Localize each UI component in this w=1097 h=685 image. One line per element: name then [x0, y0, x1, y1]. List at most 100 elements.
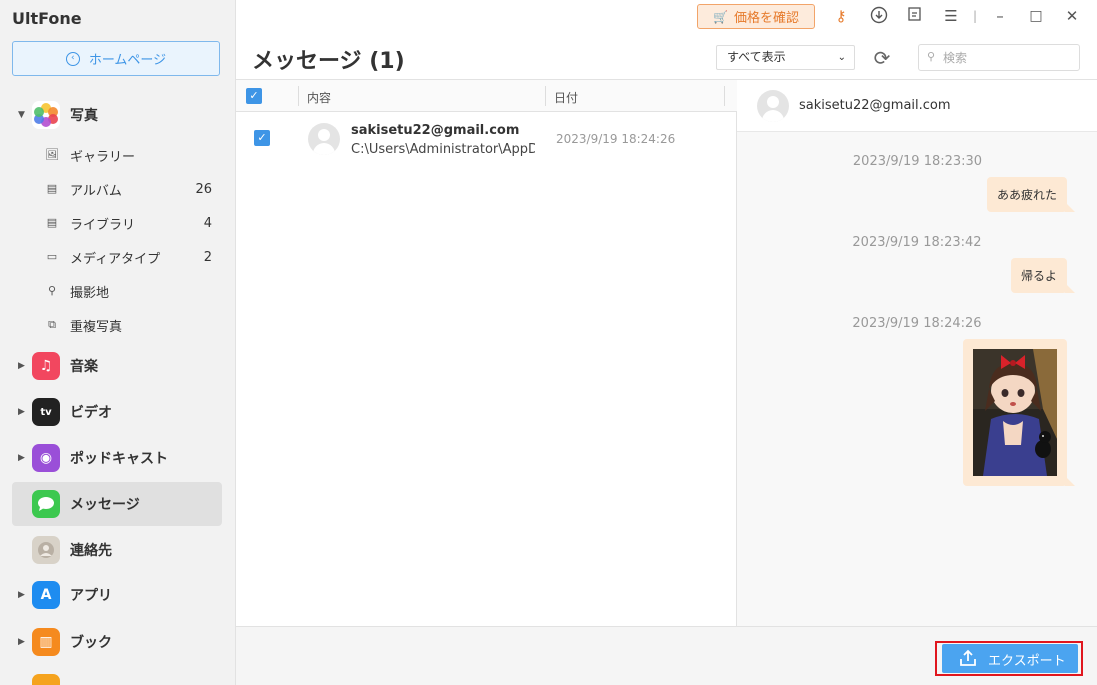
sidebar-subitem-album[interactable]: ▤ アルバム 26: [0, 174, 235, 204]
sidebar-subitem-label: 重複写真: [70, 319, 123, 335]
chat-header: sakisetu22@gmail.com: [737, 80, 1097, 132]
sidebar-subitem-label: アルバム: [70, 183, 122, 199]
column-divider: [545, 86, 546, 106]
books-icon: ▥: [32, 628, 60, 656]
download-icon[interactable]: [869, 6, 889, 26]
sidebar-item-next-partial[interactable]: [0, 668, 235, 685]
expand-right-icon: ▶: [18, 407, 25, 417]
sidebar-subitem-library[interactable]: ▤ ライブラリ 4: [0, 208, 235, 238]
sidebar-item-contacts[interactable]: 連絡先: [0, 530, 235, 570]
sidebar-item-music[interactable]: ▶ ♫ 音楽: [0, 346, 235, 386]
message-timestamp: 2023/9/19 18:24:26: [852, 316, 982, 331]
page-title: メッセージ (1): [252, 49, 405, 74]
search-box[interactable]: ⚲: [918, 44, 1080, 71]
expand-down-icon: ▼: [18, 110, 25, 120]
messages-icon: [32, 490, 60, 518]
chevron-down-icon: ⌄: [837, 52, 846, 63]
key-icon[interactable]: ⚷: [831, 6, 851, 26]
image-message-bubble[interactable]: [963, 339, 1075, 486]
export-button-label: エクスポート: [988, 654, 1066, 669]
minimize-icon[interactable]: –: [990, 6, 1010, 26]
check-price-button[interactable]: 🛒 価格を確認: [697, 4, 815, 29]
list-item[interactable]: ✓ sakisetu22@gmail.com C:\Users\Administ…: [236, 112, 737, 166]
maximize-icon[interactable]: □: [1026, 6, 1046, 26]
video-camera-icon: ▭: [46, 250, 58, 263]
sidebar-subitem-label: ギャラリー: [70, 149, 136, 165]
filter-value: すべて表示: [727, 50, 786, 64]
expand-right-icon: ▶: [18, 361, 25, 371]
podcast-icon: ◉: [32, 444, 60, 472]
sidebar-item-label: ビデオ: [70, 405, 112, 421]
column-divider: [298, 86, 299, 106]
music-icon: ♫: [32, 352, 60, 380]
sidebar-item-photos[interactable]: ▼ 写真: [0, 95, 235, 135]
apple-tv-icon: tv: [32, 398, 60, 426]
column-header-date: 日付: [554, 91, 579, 105]
chat-panel: sakisetu22@gmail.com 2023/9/19 18:23:30 …: [737, 79, 1097, 627]
item-count: 2: [203, 249, 212, 265]
contacts-icon: [32, 536, 60, 564]
app-store-icon: A: [32, 581, 60, 609]
refresh-icon[interactable]: ⟳: [870, 46, 894, 70]
expand-right-icon: ▶: [18, 637, 25, 647]
sidebar-subitem-label: メディアタイプ: [70, 251, 161, 267]
feedback-icon[interactable]: [905, 6, 925, 26]
sidebar-item-apps[interactable]: ▶ A アプリ: [0, 575, 235, 615]
select-all-checkbox[interactable]: ✓: [246, 88, 262, 104]
home-button[interactable]: ‹ ホームページ: [12, 41, 220, 76]
album-icon: ▤: [46, 182, 58, 195]
sidebar-item-messages[interactable]: メッセージ: [12, 482, 222, 526]
backup-path: C:\Users\Administrator\AppData: [351, 142, 535, 157]
app-icon: [32, 674, 60, 685]
item-count: 4: [203, 215, 212, 231]
message-timestamp: 2023/9/19 18:23:30: [852, 154, 983, 169]
filter-dropdown[interactable]: すべて表示 ⌄: [716, 45, 855, 70]
search-icon: ⚲: [927, 50, 936, 63]
sidebar-subitem-gallery[interactable]: 🖼 ギャラリー: [0, 140, 235, 170]
menu-icon[interactable]: ☰: [941, 6, 961, 26]
item-count: 26: [195, 181, 212, 197]
sidebar-item-label: 音楽: [70, 359, 98, 375]
sidebar-item-label: ブック: [70, 635, 112, 651]
back-arrow-icon: ‹: [65, 51, 80, 66]
message-bubble[interactable]: 帰るよ: [1011, 258, 1075, 293]
sidebar-subitem-duplicates[interactable]: ⧉ 重複写真: [0, 310, 235, 340]
close-icon[interactable]: ✕: [1062, 6, 1082, 26]
sidebar-item-label: アプリ: [70, 588, 112, 604]
photos-icon: [32, 101, 60, 129]
chat-contact-name: sakisetu22@gmail.com: [799, 98, 951, 113]
sidebar-item-label: ポッドキャスト: [70, 451, 168, 467]
sidebar-subitem-label: ライブラリ: [70, 217, 136, 233]
cart-icon: 🛒: [713, 9, 728, 24]
sidebar-item-video[interactable]: ▶ tv ビデオ: [0, 392, 235, 432]
column-divider: [724, 86, 725, 106]
sidebar-subitem-label: 撮影地: [70, 285, 110, 301]
sidebar-subitem-location[interactable]: ⚲ 撮影地: [0, 276, 235, 306]
location-pin-icon: ⚲: [47, 284, 57, 297]
message-date: 2023/9/19 18:24:26: [556, 132, 676, 146]
sidebar-item-books[interactable]: ▶ ▥ ブック: [0, 622, 235, 662]
image-icon: 🖼: [45, 148, 59, 161]
sidebar-item-podcast[interactable]: ▶ ◉ ポッドキャスト: [0, 438, 235, 478]
row-checkbox[interactable]: ✓: [254, 130, 270, 146]
sidebar-item-label: 写真: [70, 108, 98, 124]
sidebar: UltFone ‹ ホームページ ▼ 写真 🖼 ギャラリー ▤ アルバム 26 …: [0, 0, 236, 685]
sidebar-subitem-media-type[interactable]: ▭ メディアタイプ 2: [0, 242, 235, 272]
check-price-label: 価格を確認: [733, 11, 799, 26]
column-header-content: 内容: [307, 91, 332, 105]
message-timestamp: 2023/9/19 18:23:42: [852, 235, 982, 250]
expand-right-icon: ▶: [18, 590, 25, 600]
search-input[interactable]: [943, 48, 1073, 67]
app-logo: UltFone: [12, 9, 82, 28]
contact-name: sakisetu22@gmail.com: [351, 123, 520, 138]
expand-right-icon: ▶: [18, 453, 25, 463]
home-button-label: ホームページ: [88, 53, 167, 68]
sidebar-item-label: メッセージ: [70, 497, 140, 513]
list-header: ✓ 内容 日付: [236, 80, 737, 112]
avatar: [308, 123, 340, 155]
message-bubble[interactable]: ああ疲れた: [987, 177, 1075, 212]
message-list: ✓ 内容 日付 ✓ sakisetu22@gmail.com C:\Users\…: [236, 79, 737, 626]
export-button[interactable]: エクスポート: [942, 644, 1078, 673]
toolbar-divider: |: [972, 9, 978, 23]
upload-icon: [958, 648, 978, 672]
